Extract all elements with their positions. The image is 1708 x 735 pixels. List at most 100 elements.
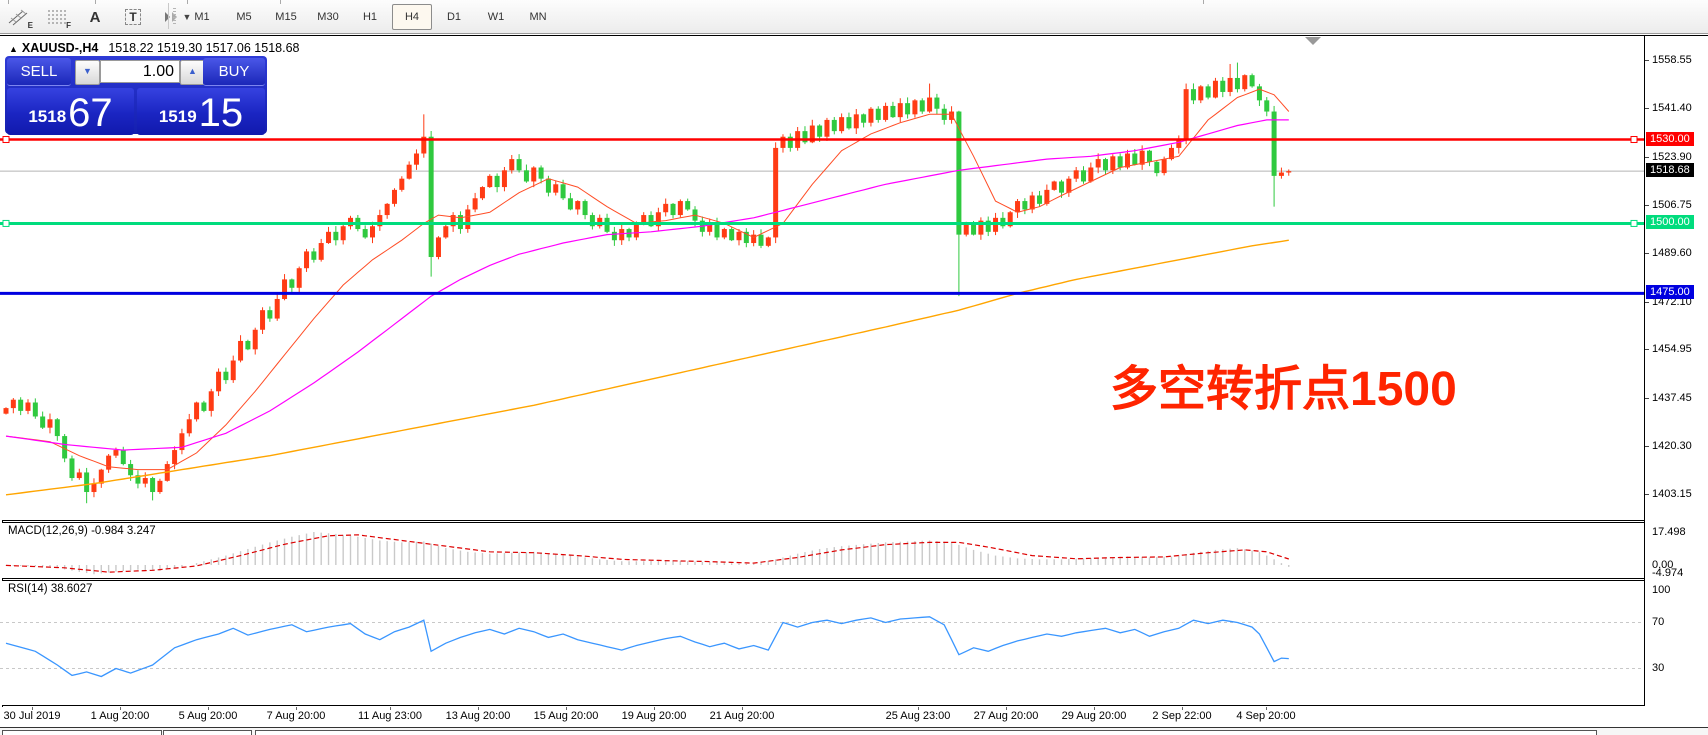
hline-anchor[interactable] <box>3 137 9 143</box>
volume-increase-button[interactable]: ▲ <box>180 60 205 85</box>
panel-separator[interactable] <box>2 520 1646 521</box>
macd-label: MACD(12,26,9) -0.984 3.247 <box>8 525 156 537</box>
timeframe-h1-button[interactable]: H1 <box>350 4 390 30</box>
candle-body <box>319 243 324 260</box>
volume-decrease-button[interactable]: ▼ <box>75 60 100 85</box>
candle-body <box>524 170 529 181</box>
time-axis-label: 1 Aug 20:00 <box>91 710 150 722</box>
candle-body <box>1250 75 1255 86</box>
text-label-icon[interactable]: A <box>82 6 108 28</box>
candle-body <box>465 209 470 229</box>
hline-anchor[interactable] <box>1631 137 1637 143</box>
time-axis-label: 13 Aug 20:00 <box>446 710 511 722</box>
level-price-badge: 1475.00 <box>1646 285 1694 299</box>
timeframe-m30-button[interactable]: M30 <box>308 4 348 30</box>
candle-body <box>1037 195 1042 203</box>
time-axis-label: 4 Sep 20:00 <box>1236 710 1295 722</box>
chart-tab[interactable] <box>163 730 252 735</box>
candle-body <box>1096 159 1101 167</box>
candle-body <box>685 201 690 209</box>
timeframe-h4-button[interactable]: H4 <box>392 4 432 30</box>
candle-body <box>1132 154 1137 165</box>
time-axis-label: 11 Aug 23:00 <box>358 710 422 722</box>
trading-terminal: E F A T <box>0 0 1708 735</box>
candle-body <box>1088 167 1093 181</box>
toolbar: E F A T <box>0 0 1708 34</box>
candle-body <box>1213 81 1218 98</box>
candle-body <box>1147 151 1152 162</box>
candle-body <box>77 472 82 478</box>
candle-body <box>399 179 404 190</box>
time-axis[interactable]: 30 Jul 20191 Aug 20:005 Aug 20:007 Aug 2… <box>0 707 1708 727</box>
candle-body <box>517 159 522 170</box>
volume-input[interactable] <box>100 60 180 83</box>
candle-body <box>671 204 676 215</box>
toolbar-drag-handle[interactable] <box>173 8 176 26</box>
candle-body <box>1081 170 1086 181</box>
candle-body <box>1074 170 1079 178</box>
sell-button[interactable]: SELL <box>7 58 71 86</box>
chart-tab[interactable] <box>2 730 162 735</box>
candle-body <box>1235 78 1240 89</box>
candle-body <box>1030 195 1035 209</box>
time-axis-label: 21 Aug 20:00 <box>710 710 775 722</box>
candle-body <box>363 229 368 237</box>
candle-body <box>758 235 763 246</box>
candle-body <box>817 126 822 137</box>
candle-body <box>868 109 873 123</box>
timeframe-d1-button[interactable]: D1 <box>434 4 474 30</box>
candle-body <box>33 402 38 416</box>
chart-title: ▲XAUUSD-,H41518.22 1519.30 1517.06 1518.… <box>9 41 299 55</box>
rsi-axis-label: 30 <box>1652 662 1664 674</box>
candle-body <box>91 484 96 492</box>
timeframe-bar: M1 M5 M15 M30 H1 H4 D1 W1 MN <box>182 4 558 30</box>
hline-anchor[interactable] <box>3 220 9 226</box>
toolbar-divider-mark <box>8 0 9 4</box>
symbol-label: XAUUSD-,H4 <box>22 41 98 55</box>
panel-separator[interactable] <box>2 578 1646 579</box>
buy-price-box[interactable]: 151915 <box>137 88 265 135</box>
time-axis-label: 30 Jul 2019 <box>4 710 61 722</box>
chart-annotation-text[interactable]: 多空转折点1500 <box>1110 363 1457 416</box>
macd-panel-chart[interactable] <box>0 523 1644 578</box>
timeframe-m1-button[interactable]: M1 <box>182 4 222 30</box>
price-tick <box>1645 446 1649 447</box>
timeframe-m5-button[interactable]: M5 <box>224 4 264 30</box>
timeframe-m15-button[interactable]: M15 <box>266 4 306 30</box>
price-tick-label: 1454.95 <box>1652 343 1692 355</box>
candle-body <box>1191 89 1196 100</box>
chart-tab[interactable] <box>255 730 1597 735</box>
buy-button[interactable]: BUY <box>203 58 265 86</box>
rsi-panel-chart[interactable] <box>0 581 1644 705</box>
time-axis-label: 25 Aug 23:00 <box>886 710 951 722</box>
icon-subscript: E <box>28 21 33 30</box>
candle-body <box>568 198 573 209</box>
timeframe-mn-button[interactable]: MN <box>518 4 558 30</box>
price-axis[interactable]: 1558.551541.401523.901506.751489.601472.… <box>1645 36 1708 726</box>
candle-body <box>370 226 375 237</box>
timeframe-w1-button[interactable]: W1 <box>476 4 516 30</box>
candle-body <box>905 103 910 114</box>
level-price-badge: 1500.00 <box>1646 215 1694 229</box>
candle-body <box>223 372 228 380</box>
text-tool-icon[interactable]: T <box>120 6 146 28</box>
candle-body <box>846 117 851 128</box>
candle-body <box>326 232 331 243</box>
price-tick-label: 1403.15 <box>1652 488 1692 500</box>
toolbar-divider-mark <box>95 0 96 4</box>
candle-body <box>502 170 507 187</box>
equidistant-channel-icon[interactable]: E <box>6 6 32 28</box>
candle-body <box>920 100 925 111</box>
candle-body <box>216 372 221 392</box>
candle-body <box>495 176 500 187</box>
hline-anchor[interactable] <box>1631 220 1637 226</box>
candle-body <box>275 299 280 319</box>
chart-shift-marker-icon <box>1305 37 1321 45</box>
candle-body <box>392 190 397 204</box>
candle-body <box>583 201 588 215</box>
fibonacci-icon[interactable]: F <box>44 6 70 28</box>
sell-price-box[interactable]: 151867 <box>7 88 134 135</box>
candle-body <box>121 450 126 464</box>
candle-body <box>487 176 492 187</box>
candle-body <box>1279 173 1284 176</box>
